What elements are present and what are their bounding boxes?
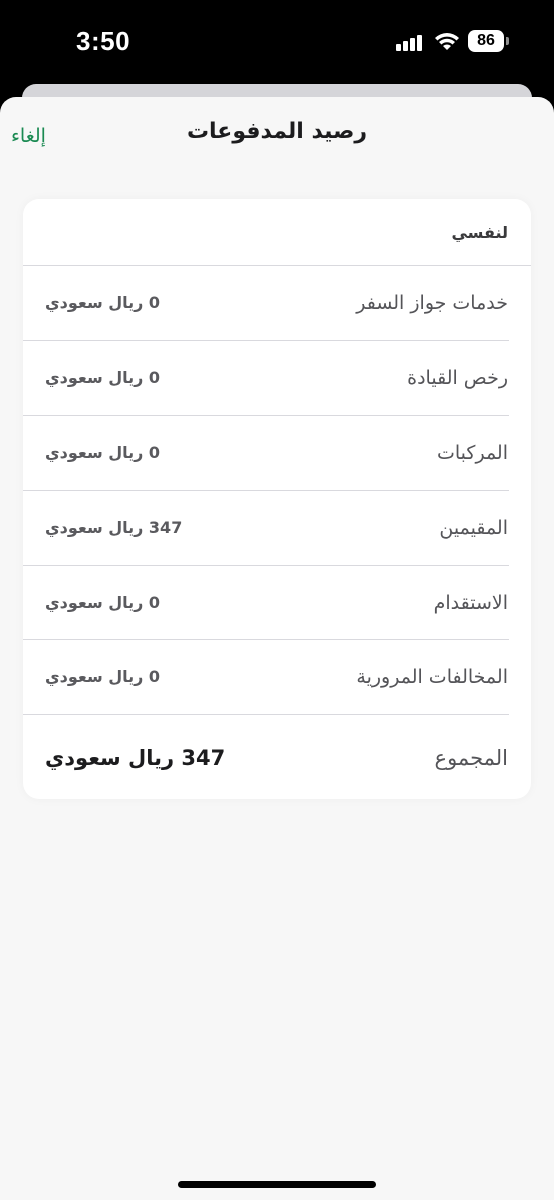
list-item: رخص القيادة 0 ريال سعودي [23,341,531,415]
wifi-icon [435,33,459,50]
battery-icon: 86 [468,30,504,52]
row-value: 0 ريال سعودي [45,443,161,462]
battery-level: 86 [477,32,495,49]
row-value: 0 ريال سعودي [45,593,161,612]
list-item: خدمات جواز السفر 0 ريال سعودي [23,266,531,340]
row-value: 0 ريال سعودي [45,293,161,312]
battery-tip [506,37,509,45]
total-row: المجموع 347 ريال سعودي [23,715,531,801]
cancel-button[interactable]: إلغاء [11,125,46,147]
page-title: رصيد المدفوعات [186,119,368,144]
home-indicator [178,1181,376,1188]
section-header: لنفسي [451,223,508,242]
payments-sheet: رصيد المدفوعات إلغاء لنفسي خدمات جواز ال… [0,97,554,1200]
list-item: المركبات 0 ريال سعودي [23,416,531,490]
list-item: المقيمين 347 ريال سعودي [23,491,531,565]
row-value: 0 ريال سعودي [45,667,161,686]
balance-card: لنفسي خدمات جواز السفر 0 ريال سعودي رخص … [23,199,531,799]
row-label: خدمات جواز السفر [356,292,508,314]
row-label: الاستقدام [433,592,508,614]
list-item: الاستقدام 0 ريال سعودي [23,566,531,640]
total-value: 347 ريال سعودي [45,746,226,770]
status-time: 3:50 [76,26,131,56]
row-value: 347 ريال سعودي [45,518,183,537]
row-label: رخص القيادة [407,367,508,389]
total-label: المجموع [434,746,508,770]
row-label: المركبات [437,442,508,464]
list-item: المخالفات المرورية 0 ريال سعودي [23,640,531,714]
status-bar: 3:50 86 [0,0,554,84]
signal-icon [396,33,426,51]
row-label: المخالفات المرورية [356,666,508,688]
row-value: 0 ريال سعودي [45,368,161,387]
row-label: المقيمين [439,517,508,539]
